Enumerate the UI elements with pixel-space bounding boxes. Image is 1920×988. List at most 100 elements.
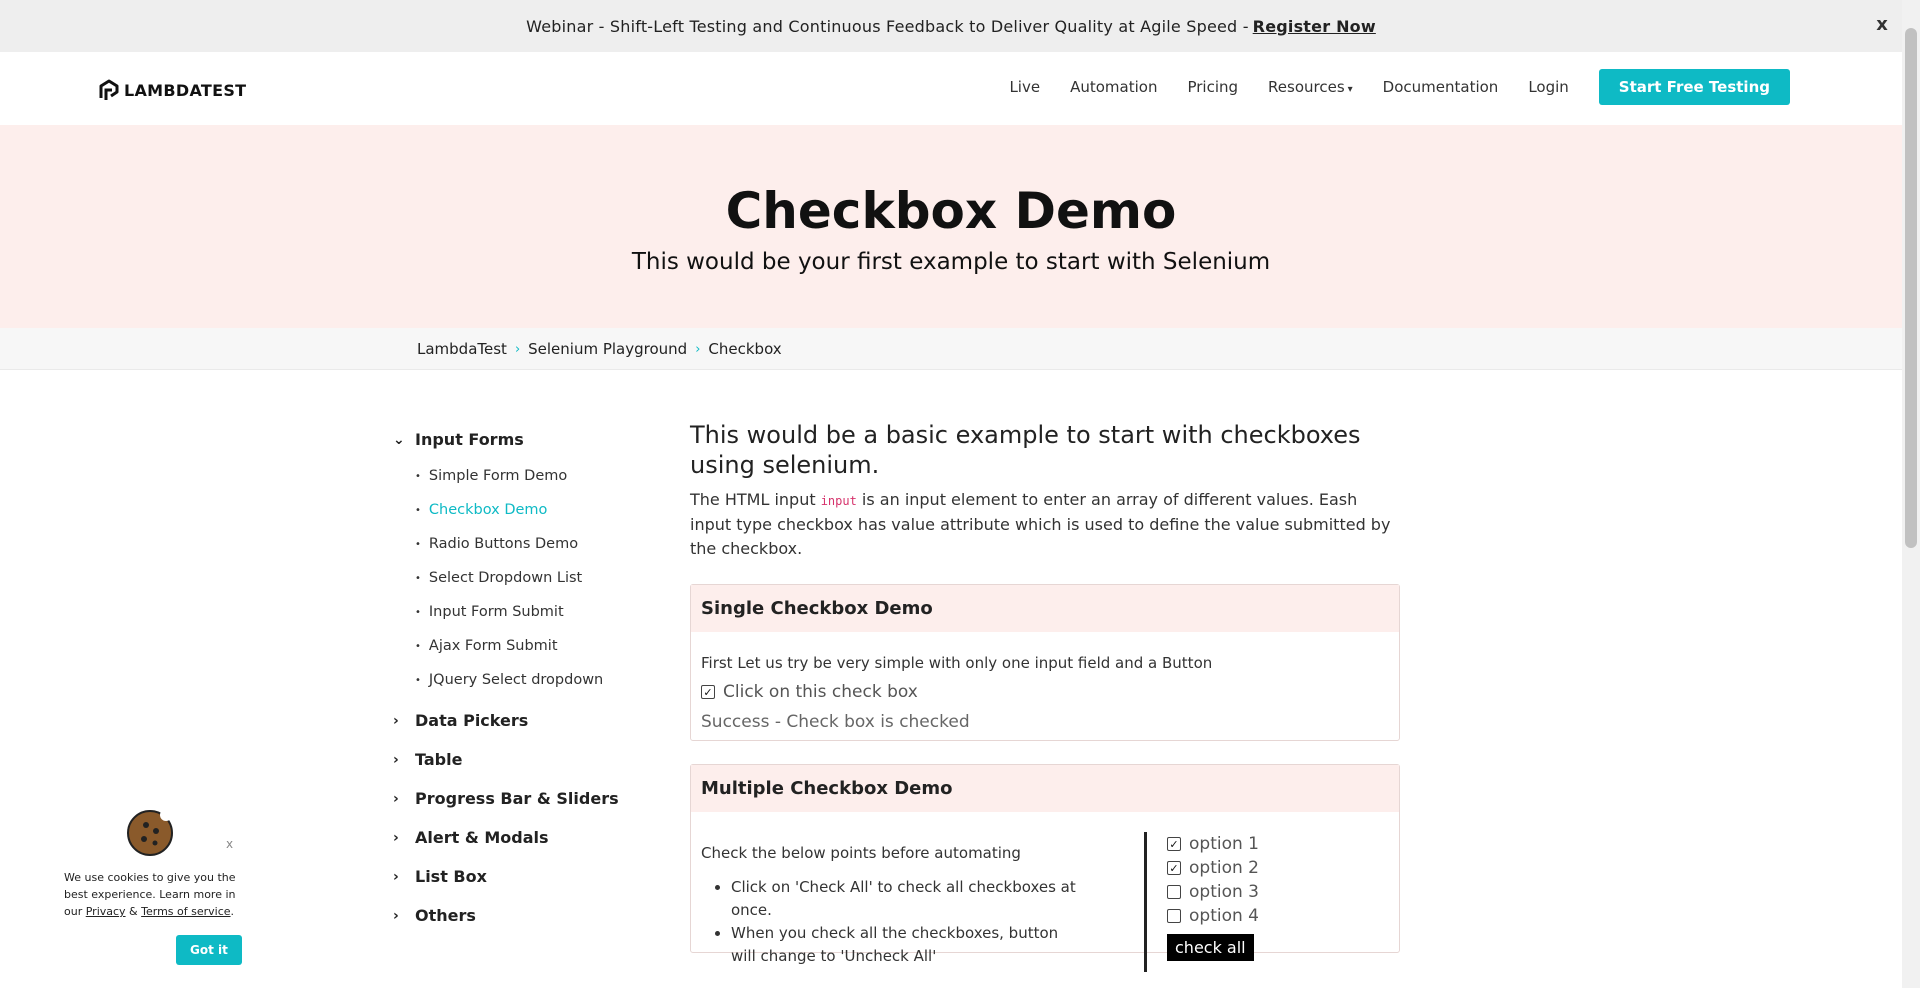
single-checkbox-panel: Single Checkbox Demo First Let us try be… [690,584,1400,741]
logo-text: LAMBDATEST [124,80,247,100]
cookie-amp: & [125,905,142,918]
sidebar-category-label: Input Forms [415,430,524,449]
panel-description: Check the below points before automating [701,844,1021,862]
cookie-text: We use cookies to give you the best expe… [64,869,239,920]
breadcrumb-checkbox: Checkbox [708,340,782,358]
register-now-link[interactable]: Register Now [1253,17,1376,36]
privacy-link[interactable]: Privacy [86,905,126,918]
sidebar-category-progress-bar-sliders[interactable]: › Progress Bar & Sliders [393,779,633,818]
announcement-bar: Webinar - Shift-Left Testing and Continu… [0,0,1902,52]
panel-title: Single Checkbox Demo [691,585,1399,632]
breadcrumb-separator-icon: › [514,341,521,357]
breadcrumb-lambdatest[interactable]: LambdaTest [417,340,507,358]
option-4-checkbox[interactable]: option 4 [1167,904,1259,928]
panel-title: Multiple Checkbox Demo [691,765,1399,812]
main-content: This would be a basic example to start w… [690,420,1400,972]
start-free-testing-button[interactable]: Start Free Testing [1598,69,1790,105]
option-3-checkbox[interactable]: option 3 [1167,880,1259,904]
page-title: Checkbox Demo [725,182,1177,240]
lambdatest-logo-icon [99,79,119,100]
sidebar-item-label: Select Dropdown List [428,570,583,586]
chevron-right-icon: › [393,907,399,924]
site-header: LAMBDATEST Live Automation Pricing Resou… [0,52,1902,125]
sidebar-item-select-dropdown-list[interactable]: • Select Dropdown List [393,561,633,595]
intro-paragraph: The HTML input input is an input element… [690,488,1400,561]
sidebar-item-input-form-submit[interactable]: • Input Form Submit [393,595,633,629]
instructions-list: Click on 'Check All' to check all checkb… [701,876,1081,968]
sidebar-category-others[interactable]: › Others [393,896,633,935]
list-item: Click on 'Check All' to check all checkb… [731,876,1081,922]
list-item: When you check all the checkboxes, butto… [731,922,1081,968]
option-label: option 2 [1189,858,1259,878]
sidebar-category-label: Alert & Modals [415,828,549,847]
success-message: Success - Check box is checked [701,712,970,732]
chevron-right-icon: › [393,751,399,768]
close-announcement-button[interactable]: x [1876,14,1888,35]
sidebar-category-alert-modals[interactable]: › Alert & Modals [393,818,633,857]
sidebar-item-label: JQuery Select dropdown [428,672,604,688]
sidebar-item-ajax-form-submit[interactable]: • Ajax Form Submit [393,629,633,663]
nav-resources-label: Resources [1268,78,1345,96]
sidebar-category-label: List Box [415,867,487,886]
option-label: option 4 [1189,906,1259,926]
single-checkbox[interactable]: ✓ Click on this check box [701,682,1389,702]
options-group: ✓ option 1 ✓ option 2 option 3 option 4 ch… [1144,832,1259,972]
page-scrollbar[interactable] [1902,0,1920,988]
checkbox-empty-icon[interactable] [1167,885,1181,899]
sidebar-item-jquery-select-dropdown[interactable]: • JQuery Select dropdown [393,663,633,697]
checkbox-checked-icon[interactable]: ✓ [701,685,715,699]
close-cookie-button[interactable]: x [226,837,233,851]
sidebar-item-label: Radio Buttons Demo [428,536,579,552]
check-all-button[interactable]: check all [1167,934,1254,961]
scrollbar-thumb[interactable] [1905,28,1917,548]
chevron-right-icon: › [393,790,399,807]
section-heading: This would be a basic example to start w… [690,421,1361,479]
terms-of-service-link[interactable]: Terms of service [141,905,230,918]
sidebar-category-label: Table [415,750,463,769]
nav-documentation[interactable]: Documentation [1383,78,1499,96]
chevron-down-icon: ▾ [1347,84,1353,95]
breadcrumb-selenium-playground[interactable]: Selenium Playground [528,340,687,358]
sidebar-category-input-forms[interactable]: ⌄ Input Forms [393,420,633,459]
nav-pricing[interactable]: Pricing [1187,78,1238,96]
cookie-icon [127,809,173,856]
option-1-checkbox[interactable]: ✓ option 1 [1167,832,1259,856]
lambdatest-logo[interactable]: LAMBDATEST [98,78,246,102]
nav-resources[interactable]: Resources ▾ [1268,78,1353,96]
chevron-right-icon: › [393,868,399,885]
sidebar-category-table[interactable]: › Table [393,740,633,779]
sidebar-category-data-pickers[interactable]: › Data Pickers [393,701,633,740]
sidebar-item-label: Input Form Submit [428,604,564,620]
sidebar-category-label: Data Pickers [415,711,529,730]
nav-live[interactable]: Live [1009,78,1040,96]
sidebar-submenu: • Simple Form Demo • Checkbox Demo • Radio … [393,459,633,697]
sidebar-category-list-box[interactable]: › List Box [393,857,633,896]
main-nav: Live Automation Pricing Resources ▾ Docum… [979,69,1790,105]
option-2-checkbox[interactable]: ✓ option 2 [1167,856,1259,880]
cookie-end: . [230,905,235,918]
option-label: option 1 [1189,834,1259,854]
sidebar-item-label: Ajax Form Submit [428,638,558,654]
nav-automation[interactable]: Automation [1070,78,1157,96]
checkbox-label: Click on this check box [723,682,918,702]
checkbox-empty-icon[interactable] [1167,909,1181,923]
chevron-right-icon: › [393,829,399,846]
sidebar-item-simple-form-demo[interactable]: • Simple Form Demo [393,459,633,493]
intro-code: input [820,494,857,508]
checkbox-checked-icon[interactable]: ✓ [1167,861,1181,875]
sidebar-item-radio-buttons-demo[interactable]: • Radio Buttons Demo [393,527,633,561]
got-it-button[interactable]: Got it [176,935,242,965]
multiple-checkbox-panel: Multiple Checkbox Demo Check the below p… [690,764,1400,972]
sidebar: ⌄ Input Forms • Simple Form Demo • Checkbo… [393,420,633,935]
chevron-right-icon: › [393,712,399,729]
sidebar-item-label: Simple Form Demo [428,468,568,484]
breadcrumb-separator-icon: › [695,341,701,357]
intro-text: The HTML input [690,490,821,509]
breadcrumb: LambdaTest › Selenium Playground › Check… [0,328,1902,370]
panel-description: First Let us try be very simple with onl… [701,654,1213,672]
announcement-text: Webinar - Shift-Left Testing and Continu… [526,16,1249,36]
checkbox-checked-icon[interactable]: ✓ [1167,837,1181,851]
sidebar-item-checkbox-demo[interactable]: • Checkbox Demo [393,493,633,527]
chevron-down-icon: ⌄ [393,431,405,448]
nav-login[interactable]: Login [1528,78,1568,96]
